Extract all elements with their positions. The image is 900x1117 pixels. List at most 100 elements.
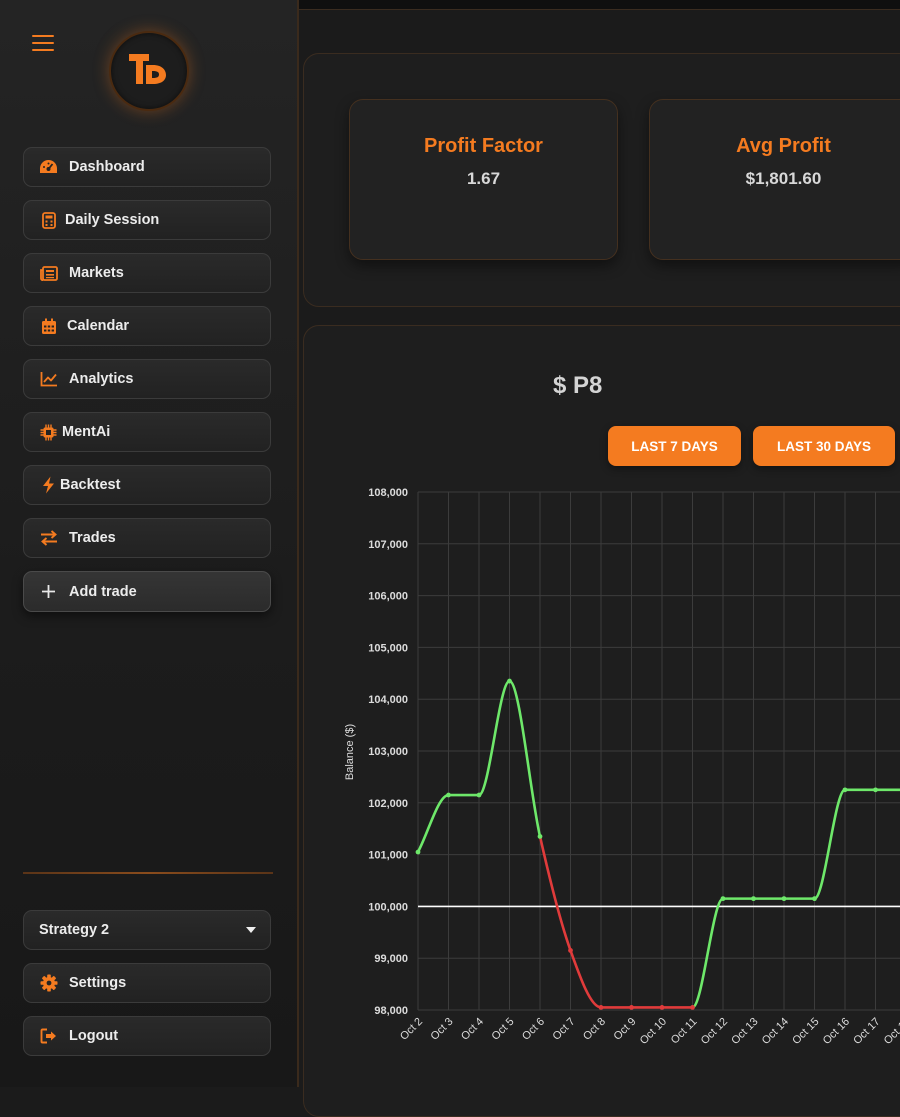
- nav-analytics[interactable]: Analytics: [23, 359, 271, 399]
- balance-line-chart: 108,000 107,000 106,000 105,000 104,000 103,0…: [344, 487, 900, 1047]
- y-axis-label: Balance ($): [344, 724, 356, 780]
- x-tick-label: Oct 16: [821, 1016, 852, 1047]
- nav-label: Backtest: [60, 477, 121, 493]
- nav-label: MentAi: [62, 424, 111, 440]
- data-point: [598, 1005, 604, 1010]
- y-tick-label: 108,000: [368, 487, 408, 499]
- chevron-down-icon: [246, 927, 256, 933]
- data-point: [812, 896, 817, 902]
- y-tick-label: 103,000: [368, 746, 408, 758]
- y-tick-label: 98,000: [374, 1005, 408, 1017]
- x-tick-label: Oct 11: [669, 1016, 700, 1047]
- nav-markets[interactable]: Markets: [23, 253, 271, 293]
- nav-label: Markets: [69, 265, 124, 281]
- series-line-segment: [538, 835, 572, 952]
- y-tick-label: 104,000: [368, 694, 408, 706]
- data-point: [873, 787, 878, 793]
- x-tick-label: Oct 17: [851, 1016, 882, 1047]
- series-line-segment: [416, 793, 450, 854]
- nav-backtest[interactable]: Backtest: [23, 465, 271, 505]
- logout-button[interactable]: Logout: [23, 1016, 271, 1056]
- y-tick-label: 101,000: [368, 850, 408, 862]
- range-button-30-days[interactable]: LAST 30 DAYS: [753, 426, 895, 466]
- stat-card-avg-profit: Avg Profit $1,801.60: [649, 99, 900, 260]
- plus-icon: [39, 582, 58, 601]
- x-tick-label: Oct 7: [551, 1016, 578, 1043]
- strategy-select[interactable]: Strategy 2: [23, 910, 271, 950]
- stat-value: 1.67: [466, 169, 501, 188]
- y-tick-label: 105,000: [368, 642, 408, 654]
- y-tick-label: 106,000: [368, 591, 408, 603]
- strategy-select-value: Strategy 2: [39, 922, 110, 938]
- data-point: [507, 678, 512, 684]
- logout-icon: [39, 1027, 58, 1046]
- hamburger-icon[interactable]: [32, 33, 54, 53]
- add-trade-button[interactable]: Add trade: [23, 571, 271, 612]
- data-point: [629, 1005, 634, 1010]
- data-point: [476, 792, 482, 798]
- stat-title: Profit Factor: [424, 135, 543, 157]
- x-tick-label: Oct 8: [581, 1016, 608, 1043]
- top-bar: [299, 0, 900, 10]
- range-button-7-days[interactable]: LAST 7 DAYS: [608, 426, 741, 466]
- nav-label: Analytics: [69, 371, 134, 387]
- x-tick-label: Oct 14: [760, 1016, 791, 1047]
- nav-label: Trades: [69, 530, 116, 546]
- line-chart-icon: [39, 370, 58, 389]
- stat-card-profit-factor: Profit Factor 1.67: [349, 99, 618, 260]
- data-point: [568, 948, 573, 953]
- nav-label: Calendar: [67, 318, 130, 334]
- x-tick-label: Oct 18: [882, 1016, 900, 1047]
- settings-label: Settings: [69, 975, 127, 991]
- logout-label: Logout: [69, 1028, 119, 1044]
- x-tick-label: Oct 13: [729, 1016, 760, 1047]
- stats-panel: Profit Factor 1.67 Avg Profit $1,801.60: [303, 53, 900, 307]
- nav-label: Add trade: [69, 583, 137, 600]
- data-point: [690, 1005, 695, 1010]
- y-tick-label: 102,000: [368, 798, 408, 810]
- data-point: [415, 849, 421, 855]
- nav-label: Daily Session: [65, 212, 160, 228]
- nav-mentai[interactable]: MentAi: [23, 412, 271, 452]
- gear-icon: [39, 974, 58, 993]
- nav-label: Dashboard: [69, 159, 145, 175]
- nav-calendar[interactable]: Calendar: [23, 306, 271, 346]
- logo-icon: [129, 54, 166, 84]
- x-tick-label: Oct 10: [638, 1016, 669, 1047]
- calendar-icon: [39, 317, 58, 336]
- app-logo[interactable]: [109, 31, 189, 111]
- swap-icon: [39, 529, 58, 548]
- stat-value: $1,801.60: [745, 169, 822, 188]
- x-tick-label: Oct 9: [612, 1016, 639, 1043]
- x-tick-label: Oct 15: [790, 1016, 821, 1047]
- data-point: [659, 1005, 665, 1010]
- x-tick-label: Oct 5: [490, 1016, 517, 1043]
- data-point: [751, 896, 756, 902]
- nav-daily-session[interactable]: Daily Session: [23, 200, 271, 240]
- sidebar-divider: [23, 872, 273, 874]
- x-tick-label: Oct 6: [520, 1016, 547, 1043]
- data-point: [842, 787, 848, 793]
- settings-button[interactable]: Settings: [23, 963, 271, 1003]
- chart-title: $ P8: [553, 372, 603, 399]
- data-point: [720, 896, 726, 902]
- chip-icon: [39, 423, 58, 442]
- calculator-icon: [39, 211, 58, 230]
- nav-dashboard[interactable]: Dashboard: [23, 147, 271, 187]
- y-tick-label: 107,000: [368, 539, 408, 551]
- data-point: [781, 896, 787, 902]
- stat-title: Avg Profit: [736, 135, 831, 157]
- x-tick-label: Oct 4: [459, 1016, 486, 1043]
- series-line-segment: [813, 788, 847, 900]
- gauge-icon: [39, 158, 58, 177]
- series-line-segment: [508, 679, 542, 838]
- data-point: [446, 792, 451, 798]
- nav-trades[interactable]: Trades: [23, 518, 271, 558]
- x-tick-label: Oct 2: [398, 1016, 425, 1043]
- x-tick-label: Oct 12: [699, 1016, 730, 1047]
- data-point: [537, 834, 543, 839]
- x-tick-label: Oct 3: [429, 1016, 456, 1043]
- sidebar: Dashboard Daily Session Markets Calendar…: [0, 0, 299, 1087]
- series-line-segment: [691, 897, 725, 1009]
- series-line-segment: [477, 679, 511, 797]
